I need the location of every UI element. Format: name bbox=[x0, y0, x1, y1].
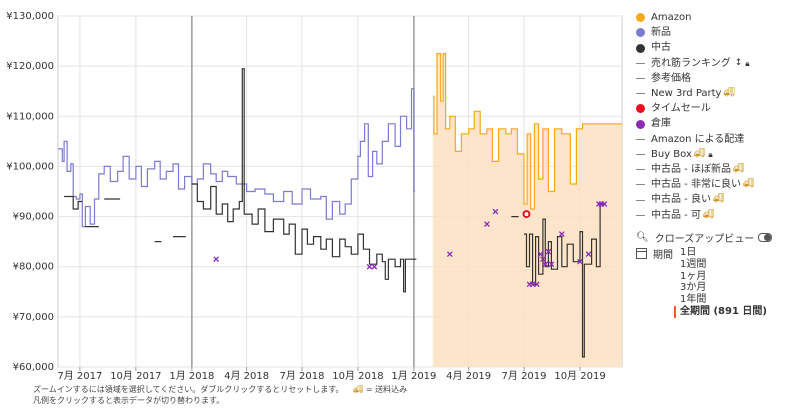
legend-label: 中古 bbox=[651, 42, 671, 54]
period-option[interactable]: 全期間 (891 日間) bbox=[674, 305, 767, 318]
lock-icon: 🔒︎ bbox=[708, 149, 713, 159]
legend-item[interactable]: New 3rd Party 🚚︎ bbox=[636, 86, 796, 101]
legend-label: 中古品 - 非常に良い bbox=[651, 179, 741, 191]
hint-legend: 凡例をクリックすると表示データが切り替わります。 bbox=[33, 396, 225, 405]
legend-label: Buy Box bbox=[651, 148, 692, 160]
magnifier-icon: 🔍︎ bbox=[636, 232, 649, 243]
legend-label: Amazon bbox=[651, 12, 692, 23]
y-tick-label: ¥60,000 bbox=[13, 362, 54, 373]
price-history-chart[interactable]: ¥60,000 ¥70,000 ¥80,000 ¥90,000 ¥100,000 ¥110… bbox=[0, 0, 636, 385]
legend-dash bbox=[636, 184, 645, 186]
legend-item[interactable]: タイムセール bbox=[636, 101, 796, 116]
truck-icon: 🚚︎ bbox=[353, 385, 364, 394]
y-tick-label: ¥130,000 bbox=[6, 11, 54, 22]
truck-icon: 🚚︎ bbox=[702, 209, 715, 220]
legend-item[interactable]: 新品 bbox=[636, 25, 796, 40]
legend-dash bbox=[636, 93, 645, 95]
hint-zoom: ズームインするには領域を選択してください。ダブルクリックするとリセットします。 bbox=[33, 385, 344, 394]
x-tick-label: 10月 2018 bbox=[332, 370, 383, 382]
legend-item[interactable]: Amazon による配達 bbox=[636, 132, 796, 147]
legend-dot bbox=[636, 43, 645, 53]
closeup-view-label: クローズアップビュー bbox=[654, 234, 755, 245]
legend-dash bbox=[636, 138, 645, 140]
y-tick-label: ¥120,000 bbox=[6, 61, 54, 72]
legend-label: タイムセール bbox=[651, 103, 711, 115]
chart-legend: Amazon 新品 中古 売れ筋ランキング ↕︎ 🔒︎ 参考価格 New 3rd Party 🚚… bbox=[636, 10, 796, 223]
legend-dot bbox=[636, 28, 645, 38]
period-option[interactable]: 3か月 bbox=[680, 282, 767, 294]
x-tick-label: 7月 2017 bbox=[57, 370, 102, 382]
x-axis: 7月 2017 10月 2017 1月 2018 4月 2018 7月 2018 10月 … bbox=[57, 370, 605, 382]
legend-item[interactable]: 売れ筋ランキング ↕︎ 🔒︎ bbox=[636, 56, 796, 71]
x-tick-label: 4月 2018 bbox=[224, 370, 269, 382]
legend-label: 中古品 - 良い bbox=[651, 194, 711, 206]
legend-dot bbox=[636, 104, 645, 114]
legend-item[interactable]: 参考価格 bbox=[636, 71, 796, 86]
legend-dash bbox=[636, 77, 645, 79]
legend-label: New 3rd Party bbox=[651, 88, 722, 100]
x-tick-label: 7月 2019 bbox=[502, 370, 547, 382]
x-tick-label: 7月 2018 bbox=[279, 370, 324, 382]
calendar-icon bbox=[636, 248, 647, 259]
period-option[interactable]: 1ヶ月 bbox=[680, 271, 767, 283]
legend-item[interactable]: 中古 bbox=[636, 40, 796, 55]
closeup-view-toggle[interactable]: 🔍︎ クローズアップビュー bbox=[636, 230, 773, 245]
x-tick-label: 1月 2019 bbox=[391, 370, 436, 382]
legend-label: 売れ筋ランキング bbox=[651, 57, 731, 69]
legend-dash bbox=[636, 169, 645, 171]
legend-label: 中古品 - ほぼ新品 bbox=[651, 164, 731, 176]
truck-icon: 🚚︎ bbox=[723, 88, 735, 99]
y-tick-label: ¥110,000 bbox=[6, 111, 54, 122]
truck-icon: 🚚︎ bbox=[712, 194, 725, 205]
x-tick-label: 4月 2019 bbox=[446, 370, 491, 382]
truck-icon: 🚚︎ bbox=[693, 148, 706, 159]
period-option[interactable]: 1年間 bbox=[680, 294, 767, 306]
legend-item[interactable]: 中古品 - ほぼ新品 🚚︎ bbox=[636, 162, 796, 177]
legend-item[interactable]: Amazon bbox=[636, 10, 796, 25]
legend-label: 中古品 - 可 bbox=[651, 209, 701, 221]
period-option[interactable]: 1日 bbox=[680, 247, 767, 259]
legend-item[interactable]: Buy Box 🚚︎ 🔒︎ bbox=[636, 147, 796, 162]
truck-icon: 🚚︎ bbox=[732, 164, 745, 175]
legend-item[interactable]: 中古品 - 良い 🚚︎ bbox=[636, 192, 796, 207]
legend-item[interactable]: 中古品 - 非常に良い 🚚︎ bbox=[636, 177, 796, 192]
period-label: 期間 bbox=[653, 250, 673, 261]
period-selector: 期間 1日 1週間 1ヶ月 3か月 1年間 全期間 (891 日間) bbox=[636, 246, 767, 318]
legend-dash bbox=[636, 214, 645, 216]
lock-icon: 🔒︎ bbox=[745, 58, 750, 68]
legend-dot bbox=[636, 119, 645, 129]
y-tick-label: ¥100,000 bbox=[6, 161, 54, 172]
x-tick-label: 1月 2018 bbox=[169, 370, 214, 382]
hint-truck-note: = 送料込み bbox=[365, 385, 408, 394]
legend-dash bbox=[636, 153, 645, 155]
period-option[interactable]: 1週間 bbox=[680, 259, 767, 271]
legend-dash bbox=[636, 62, 645, 64]
y-axis: ¥60,000 ¥70,000 ¥80,000 ¥90,000 ¥100,000 ¥110… bbox=[6, 11, 54, 373]
legend-label: 参考価格 bbox=[651, 72, 691, 84]
legend-label: 新品 bbox=[651, 27, 671, 39]
legend-label: Amazon による配達 bbox=[651, 133, 745, 145]
x-tick-label: 10月 2017 bbox=[110, 370, 161, 382]
legend-item[interactable]: 中古品 - 可 🚚︎ bbox=[636, 208, 796, 223]
legend-item[interactable]: 倉庫 bbox=[636, 116, 796, 131]
x-tick-label: 10月 2019 bbox=[554, 370, 605, 382]
y-tick-label: ¥90,000 bbox=[13, 212, 54, 223]
legend-label: 倉庫 bbox=[651, 118, 671, 130]
y-tick-label: ¥80,000 bbox=[13, 262, 54, 273]
chart-hints: ズームインするには領域を選択してください。ダブルクリックするとリセットします。 … bbox=[33, 384, 407, 406]
toggle-switch-icon[interactable] bbox=[758, 233, 773, 242]
truck-icon: 🚚︎ bbox=[742, 179, 755, 190]
ranking-sort-icon: ↕︎ bbox=[734, 57, 743, 68]
legend-dot bbox=[636, 13, 645, 23]
y-tick-label: ¥70,000 bbox=[13, 312, 54, 323]
lightning-deal-marker bbox=[522, 210, 531, 219]
legend-dash bbox=[636, 199, 645, 201]
